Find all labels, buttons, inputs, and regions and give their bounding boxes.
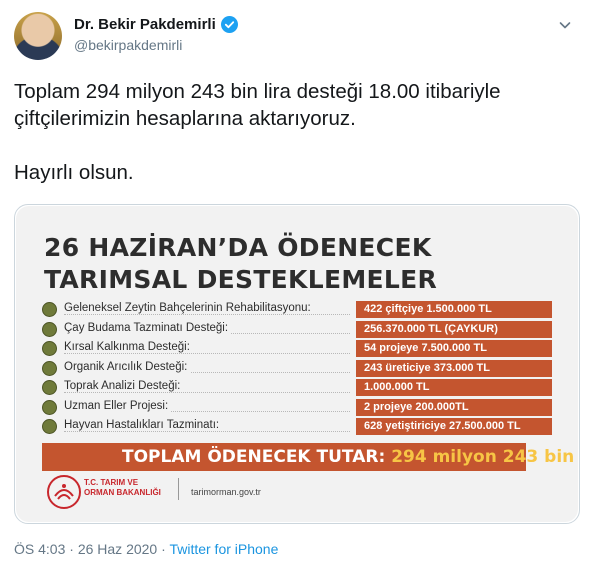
tweet-metadata: ÖS 4:03 · 26 Haz 2020 · Twitter for iPho… [14, 541, 278, 557]
ministry-name: T.C. TARIM VE ORMAN BAKANLIĞI [84, 478, 161, 497]
total-amount: 294 milyon 243 bin TL [391, 447, 579, 467]
chevron-down-icon[interactable] [556, 16, 574, 34]
total-label: TOPLAM ÖDENECEK TUTAR: [122, 447, 386, 467]
support-value: 422 çiftçiye 1.500.000 TL [356, 301, 552, 318]
author-row: Dr. Bekir Pakdemirli [74, 16, 238, 33]
bee-icon [42, 360, 57, 376]
meta-separator: · [161, 541, 166, 557]
support-row: Hayvan Hastalıkları Tazminatı: 628 yetiş… [42, 417, 558, 437]
support-row: Geleneksel Zeytin Bahçelerinin Rehabilit… [42, 300, 558, 320]
support-label: Hayvan Hastalıkları Tazminatı: [64, 419, 223, 431]
support-value: 243 üreticiye 373.000 TL [356, 359, 552, 377]
support-value: 2 projeye 200.000TL [356, 398, 552, 416]
tweet-source-link[interactable]: Twitter for iPhone [169, 541, 278, 557]
author-handle[interactable]: @bekirpakdemirli [74, 37, 182, 53]
support-label: Organik Arıcılık Desteği: [64, 360, 191, 373]
support-row: Çay Budama Tazminatı Desteği: 256.370.00… [42, 320, 558, 340]
infographic: 26 HAZİRAN’DA ÖDENECEK TARIMSAL DESTEKLE… [16, 206, 579, 522]
cow-icon [42, 419, 57, 435]
support-row: Uzman Eller Projesi: 2 projeye 200.000TL [42, 398, 558, 418]
support-value: 1.000.000 TL [356, 379, 552, 396]
support-row: Kırsal Kalkınma Desteği: 54 projeye 7.50… [42, 339, 558, 359]
avatar[interactable] [14, 12, 62, 60]
support-label: Kırsal Kalkınma Desteği: [64, 341, 193, 353]
support-value: 256.370.000 TL (ÇAYKUR) [356, 320, 552, 338]
soil-icon [42, 380, 57, 396]
ministry-website: tarimorman.gov.tr [191, 487, 261, 497]
infographic-title-line2: TARIMSAL DESTEKLEMELER [44, 265, 438, 294]
verified-badge-icon [220, 16, 238, 33]
support-label: Toprak Analizi Desteği: [64, 380, 184, 392]
olive-icon [42, 302, 57, 318]
tweet-header: Dr. Bekir Pakdemirli @bekirpakdemirli [14, 10, 576, 60]
author-name[interactable]: Dr. Bekir Pakdemirli [74, 16, 216, 33]
tweet-text: Toplam 294 milyon 243 bin lira desteği 1… [14, 80, 501, 184]
support-value: 628 yetiştiriciye 27.500.000 TL [356, 418, 552, 435]
total-line: TOPLAM ÖDENECEK TUTAR: 294 milyon 243 bi… [122, 444, 579, 470]
tractor-icon [42, 341, 57, 357]
ministry-logo-icon [47, 475, 81, 509]
tweet-date[interactable]: 26 Haz 2020 [78, 541, 157, 557]
logo-divider [178, 478, 179, 500]
support-list: Geleneksel Zeytin Bahçelerinin Rehabilit… [42, 300, 558, 437]
support-value: 54 projeye 7.500.000 TL [356, 340, 552, 357]
support-label: Çay Budama Tazminatı Desteği: [64, 321, 232, 334]
tweet-time[interactable]: ÖS 4:03 [14, 541, 65, 557]
infographic-title: 26 HAZİRAN’DA ÖDENECEK TARIMSAL DESTEKLE… [44, 232, 437, 296]
support-row: Toprak Analizi Desteği: 1.000.000 TL [42, 378, 558, 398]
meta-separator: · [69, 541, 74, 557]
tweet-image-card[interactable]: 26 HAZİRAN’DA ÖDENECEK TARIMSAL DESTEKLE… [14, 204, 580, 524]
tea-leaf-icon [42, 321, 57, 337]
infographic-title-line1: 26 HAZİRAN’DA ÖDENECEK [44, 233, 432, 262]
support-label: Uzman Eller Projesi: [64, 399, 172, 412]
hands-icon [42, 399, 57, 415]
support-label: Geleneksel Zeytin Bahçelerinin Rehabilit… [64, 302, 314, 314]
support-row: Organik Arıcılık Desteği: 243 üreticiye … [42, 359, 558, 379]
